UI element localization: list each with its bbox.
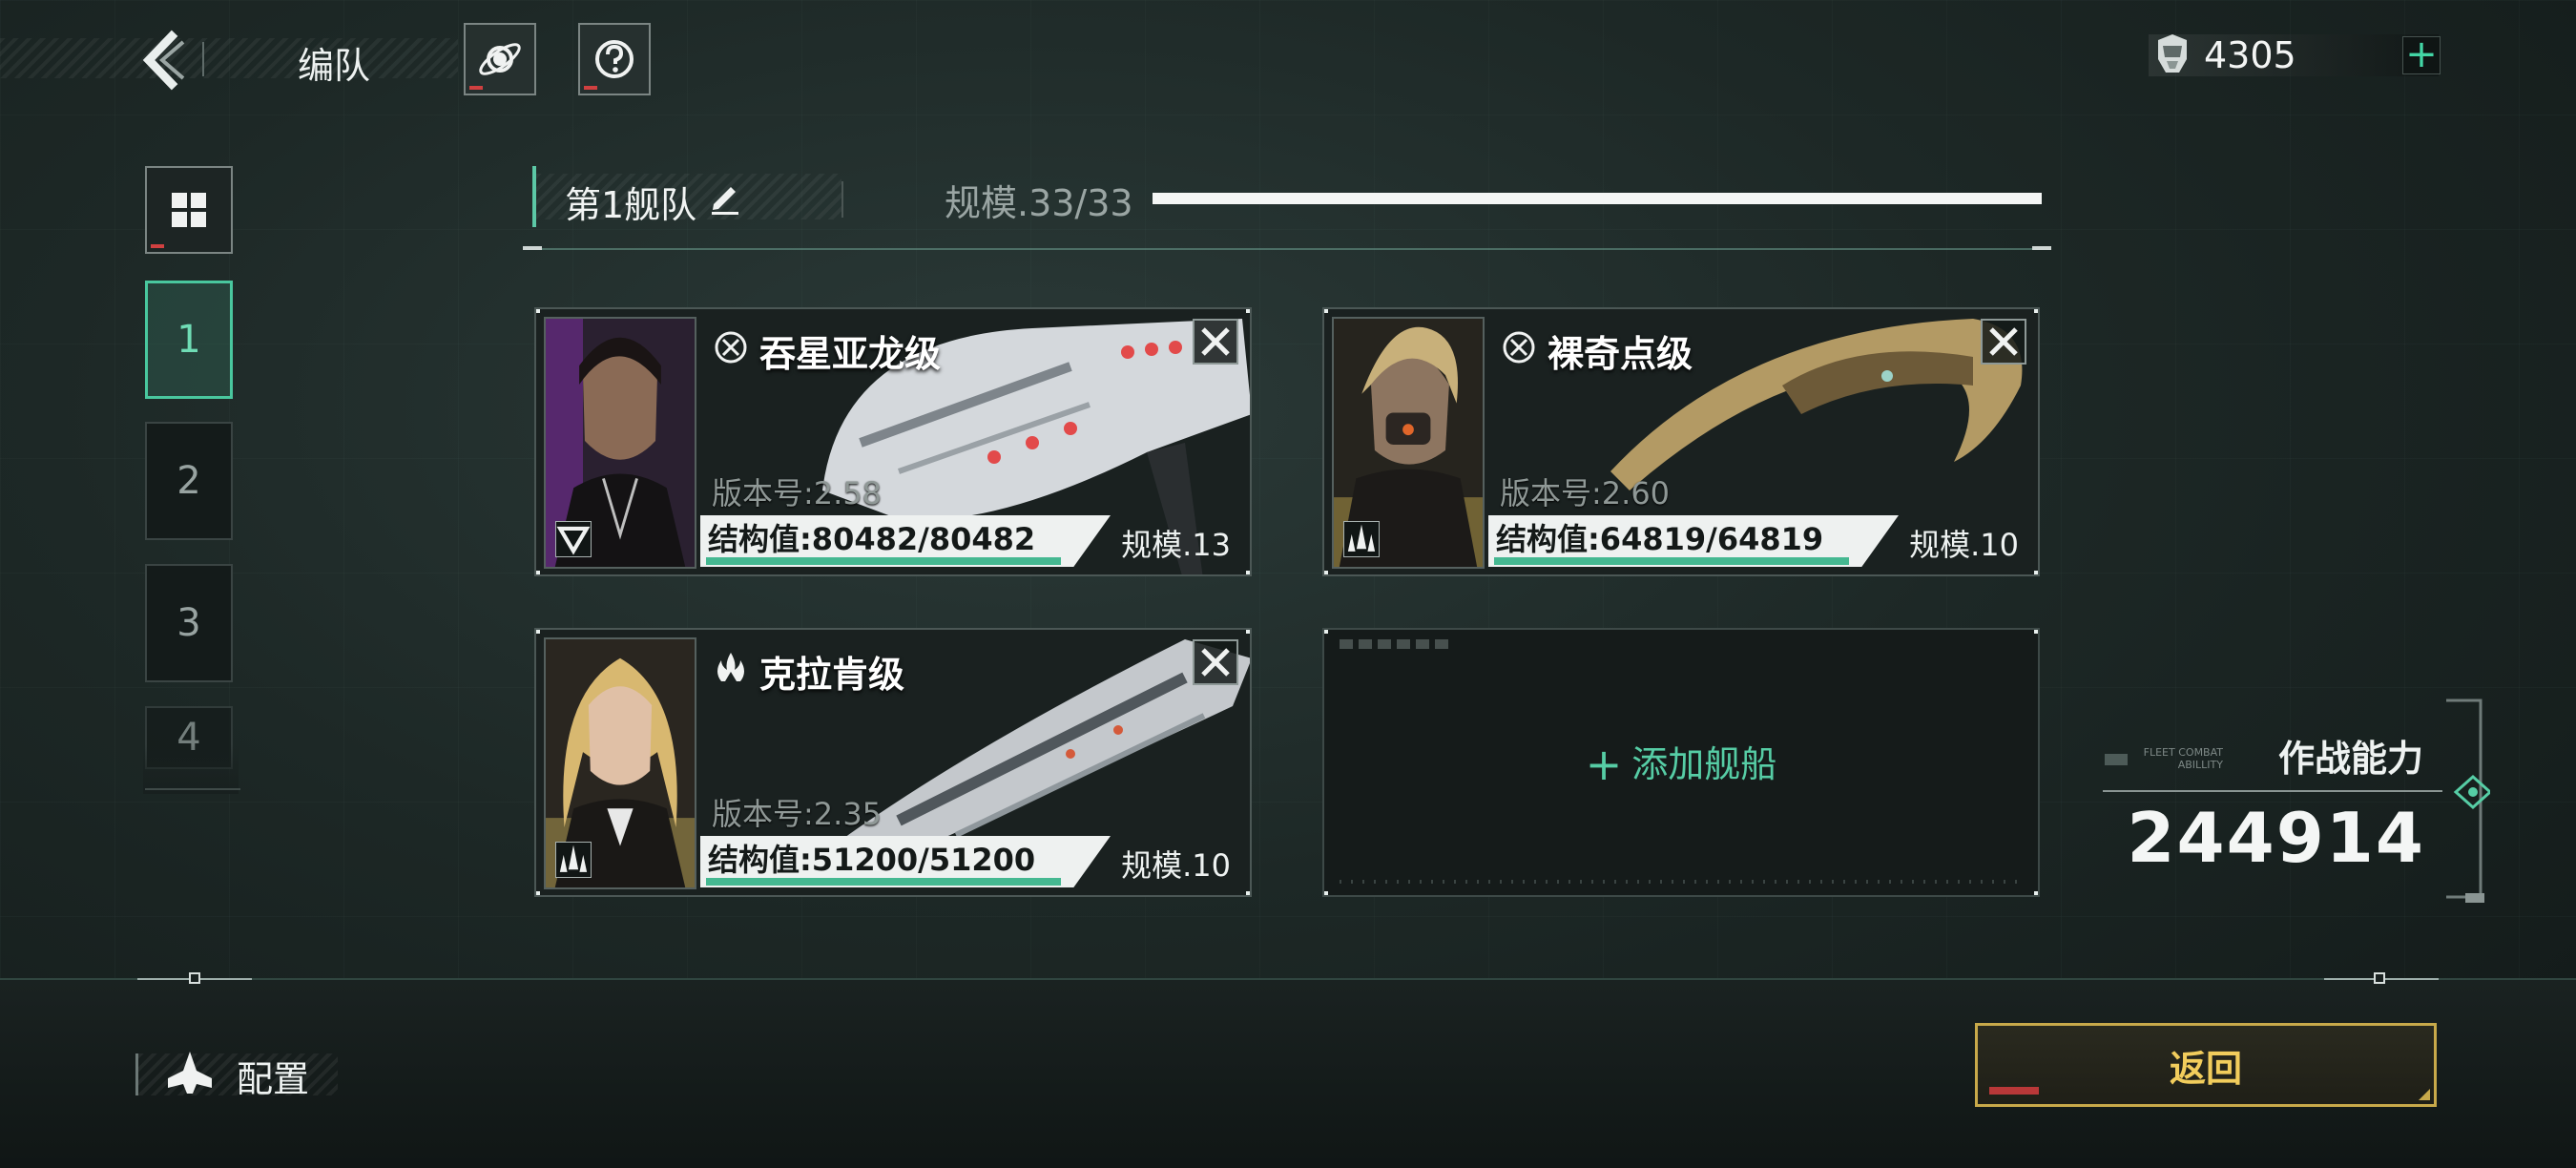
close-icon (1201, 648, 1230, 677)
fleet-separator (841, 181, 843, 218)
captain-portrait (544, 637, 696, 889)
close-icon (1201, 327, 1230, 356)
target-icon (1500, 328, 1538, 366)
plus-icon: + (1585, 739, 1623, 790)
structure-value: 结构值:64819/64819 (1496, 521, 1824, 557)
help-button[interactable] (578, 23, 651, 95)
fleet-scale-label: 规模.33/33 (945, 182, 1133, 224)
fleet-name: 第1舰队 (565, 184, 697, 226)
currency-value: 4305 (2204, 34, 2296, 76)
combat-power-caption: FLEET COMBAT ABILLITY (2143, 746, 2223, 771)
structure-bar-fill (1494, 557, 1849, 565)
ship-scale: 规模.10 (1909, 527, 2019, 563)
structure-bar (706, 557, 1061, 565)
structure-value: 结构值:51200/51200 (708, 842, 1036, 878)
ship-type-tag (555, 842, 592, 878)
add-ship-button[interactable]: + 添加舰船 (1324, 735, 2038, 790)
triangle-icon (556, 526, 591, 555)
return-tag (1989, 1087, 2039, 1095)
ship-card-3[interactable]: 克拉肯级 版本号:2.35 结构值:51200/51200 规模.10 (534, 628, 1252, 897)
add-ship-slot[interactable]: + 添加舰船 (1322, 628, 2040, 897)
config-label[interactable]: 配置 (237, 1050, 309, 1102)
remove-ship-button[interactable] (1193, 639, 1238, 685)
helmet-currency-icon (2158, 34, 2187, 73)
power-chip (2105, 754, 2128, 765)
fighters-icon (1347, 524, 1376, 552)
tab-fleet-3[interactable]: 3 (145, 564, 233, 682)
title-separator (202, 42, 204, 76)
remove-ship-button[interactable] (1981, 319, 2026, 365)
planet-icon (479, 43, 521, 75)
structure-bar (1494, 557, 1849, 565)
scroll-knob-left[interactable] (189, 972, 200, 984)
ship-version: 版本号:2.60 (1500, 475, 1671, 511)
ship-name: 克拉肯级 (759, 654, 905, 696)
back-button[interactable] (134, 27, 200, 94)
title-strip (0, 38, 458, 78)
ship-scale: 规模.13 (1121, 527, 1231, 563)
return-corner (2419, 1089, 2430, 1100)
remove-ship-button[interactable] (1193, 319, 1238, 365)
tab-fleet-2[interactable]: 2 (145, 422, 233, 540)
structure-bar-fill (706, 878, 1061, 886)
fleet-scale-bar (1153, 193, 2042, 204)
fleet-scale-fill (1153, 193, 2042, 204)
question-icon (595, 40, 634, 78)
combat-power-label: 作战能力 (2278, 738, 2424, 780)
ship-config-icon[interactable] (164, 1050, 216, 1097)
captain-portrait (544, 317, 696, 569)
ship-name: 吞星亚龙级 (759, 333, 942, 375)
chevron-left-icon (142, 30, 185, 91)
scroll-knob-right[interactable] (2374, 972, 2385, 984)
planet-button[interactable] (464, 23, 536, 95)
edit-icon[interactable] (706, 177, 744, 216)
add-ship-label: 添加舰船 (1631, 743, 1777, 785)
ship-version: 版本号:2.35 (712, 796, 883, 832)
fleet-overview-button[interactable] (145, 166, 233, 254)
return-label: 返回 (2169, 1047, 2242, 1090)
slot-decoration (1340, 639, 1454, 649)
structure-bar (706, 878, 1061, 886)
ship-card-2[interactable]: 裸奇点级 版本号:2.60 结构值:64819/64819 规模.10 (1322, 307, 2040, 576)
header-divider (523, 246, 2051, 250)
ship-version: 版本号:2.58 (712, 475, 883, 511)
combat-power-value: 244914 (2127, 798, 2425, 878)
close-icon (1989, 327, 2018, 356)
ship-card-1[interactable]: 吞星亚龙级 版本号:2.58 结构值:80482/80482 规模.13 (534, 307, 1252, 576)
target-icon (712, 328, 750, 366)
ship-name: 裸奇点级 (1548, 333, 1693, 375)
fighters-icon (559, 845, 588, 872)
flame-icon (712, 649, 750, 687)
return-button[interactable]: 返回 (1975, 1023, 2437, 1107)
grid-icon (172, 193, 206, 227)
slot-decoration (1340, 880, 2026, 884)
tab-fade (143, 744, 239, 794)
ship-type-tag (555, 521, 592, 557)
tab-divider (145, 788, 240, 790)
add-currency-button[interactable]: + (2402, 35, 2441, 74)
combat-power-divider (2103, 790, 2442, 792)
ship-scale: 规模.10 (1121, 847, 1231, 884)
tab-fleet-1[interactable]: 1 (145, 281, 233, 399)
page-title: 编队 (298, 45, 371, 87)
ship-type-tag (1343, 521, 1380, 557)
structure-value: 结构值:80482/80482 (708, 521, 1036, 557)
structure-bar-fill (706, 557, 1061, 565)
captain-portrait (1332, 317, 1485, 569)
